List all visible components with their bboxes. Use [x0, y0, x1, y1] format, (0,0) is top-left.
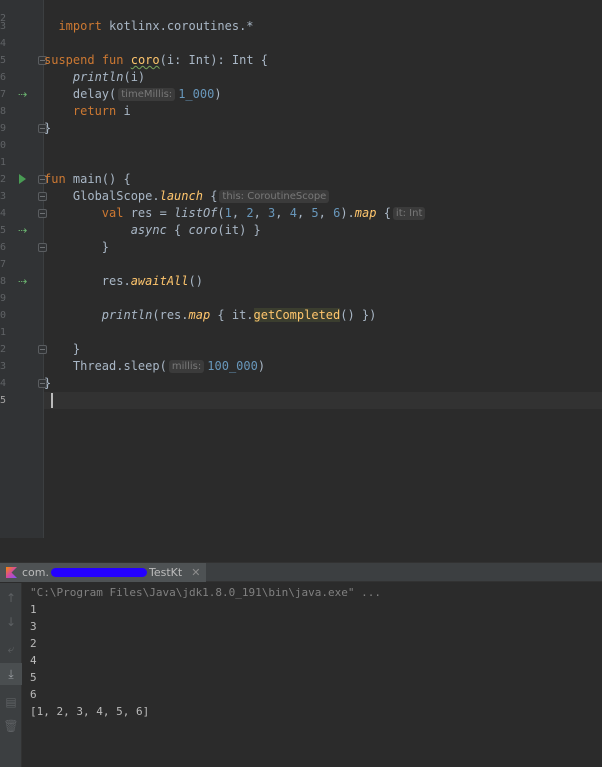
code-line: } — [44, 121, 52, 135]
console-line: "C:\Program Files\Java\jdk1.8.0_191\bin\… — [30, 586, 381, 599]
line-number: 9 — [0, 293, 7, 304]
console-line: [1, 2, 3, 4, 5, 6] — [30, 705, 150, 718]
scroll-to-end-icon[interactable]: ⤓ — [0, 663, 22, 685]
run-tab-bar: com. TestKt ✕ — [0, 562, 602, 582]
line-number: 0 — [0, 310, 7, 321]
print-icon[interactable]: ▤ — [0, 691, 22, 713]
rerun-up-icon[interactable]: ↑ — [0, 587, 22, 609]
type-hint: it: Int — [392, 207, 426, 220]
code-line: fun main() { — [44, 172, 131, 186]
run-tab-label-suffix: TestKt — [149, 566, 183, 579]
code-line: println(res.map { it.getCompleted() }) — [101, 308, 377, 322]
console-output[interactable]: "C:\Program Files\Java\jdk1.8.0_191\bin\… — [22, 583, 602, 767]
run-toolbar: ↑ ↓ ⤶ ⤓ ▤ 🗑 — [0, 583, 22, 767]
code-area[interactable]: import kotlinx.coroutines.* suspend fun … — [44, 0, 602, 538]
code-line: GlobalScope.launch {this: CoroutineScope — [44, 188, 602, 205]
console-line: 3 — [30, 620, 37, 633]
current-line[interactable] — [44, 392, 602, 409]
line-number: 0 — [0, 140, 7, 151]
run-config-tab[interactable]: com. TestKt ✕ — [0, 563, 207, 582]
line-number: 3 — [0, 21, 7, 32]
parameter-hint: millis: — [168, 360, 205, 373]
code-line: res.awaitAll() — [101, 274, 203, 288]
editor-bottom-space — [0, 538, 602, 562]
line-number: 1 — [0, 157, 7, 168]
console-line: 4 — [30, 654, 37, 667]
suspend-call-icon: ⇢ — [18, 88, 28, 101]
code-line: } — [44, 376, 52, 390]
parameter-hint: timeMillis: — [118, 88, 176, 101]
line-number: 6 — [0, 72, 7, 83]
line-number: 3 — [0, 361, 7, 372]
line-number: 4 — [0, 38, 7, 49]
line-number: 8 — [0, 106, 7, 117]
code-line: } — [101, 240, 110, 254]
code-line: Thread.sleep(millis: 100_000) — [72, 359, 266, 373]
run-tab-label-prefix: com. — [22, 566, 49, 579]
text-caret — [51, 393, 53, 408]
redaction-mark — [51, 568, 147, 577]
line-number: 7 — [0, 259, 7, 270]
kotlin-logo-icon — [6, 567, 17, 578]
code-line: import kotlinx.coroutines.* — [58, 19, 254, 33]
soft-wrap-icon[interactable]: ⤶ — [0, 638, 22, 660]
suspend-call-icon: ⇢ — [18, 224, 28, 237]
run-gutter-icon[interactable] — [19, 174, 26, 184]
code-line: val res = listOf(1, 2, 3, 4, 5, 6).map {… — [44, 205, 602, 222]
trash-icon[interactable]: 🗑 — [0, 715, 22, 737]
console-line: 1 — [30, 603, 37, 616]
code-line: suspend fun coro(i: Int): Int { — [44, 53, 269, 67]
type-hint: this: CoroutineScope — [219, 190, 330, 203]
console-line: 6 — [30, 688, 37, 701]
code-line: async { coro(it) } — [130, 223, 261, 237]
scroll-down-icon[interactable]: ↓ — [0, 611, 22, 633]
console-line: 5 — [30, 671, 37, 684]
code-line: delay(timeMillis: 1_000) — [72, 87, 222, 101]
code-line: return i — [72, 104, 131, 118]
line-number: 1 — [0, 327, 7, 338]
suspend-call-icon: ⇢ — [18, 275, 28, 288]
code-line: println(i) — [72, 70, 146, 84]
line-number: 5 — [0, 395, 7, 406]
code-line: } — [72, 342, 81, 356]
editor-gutter: 2 3 4 5 6 7 8 9 0 1 2 3 4 5 6 7 8 9 0 1 … — [0, 0, 47, 538]
console-line: 2 — [30, 637, 37, 650]
close-icon[interactable]: ✕ — [191, 566, 200, 579]
code-editor[interactable]: 2 3 4 5 6 7 8 9 0 1 2 3 4 5 6 7 8 9 0 1 … — [0, 0, 602, 538]
